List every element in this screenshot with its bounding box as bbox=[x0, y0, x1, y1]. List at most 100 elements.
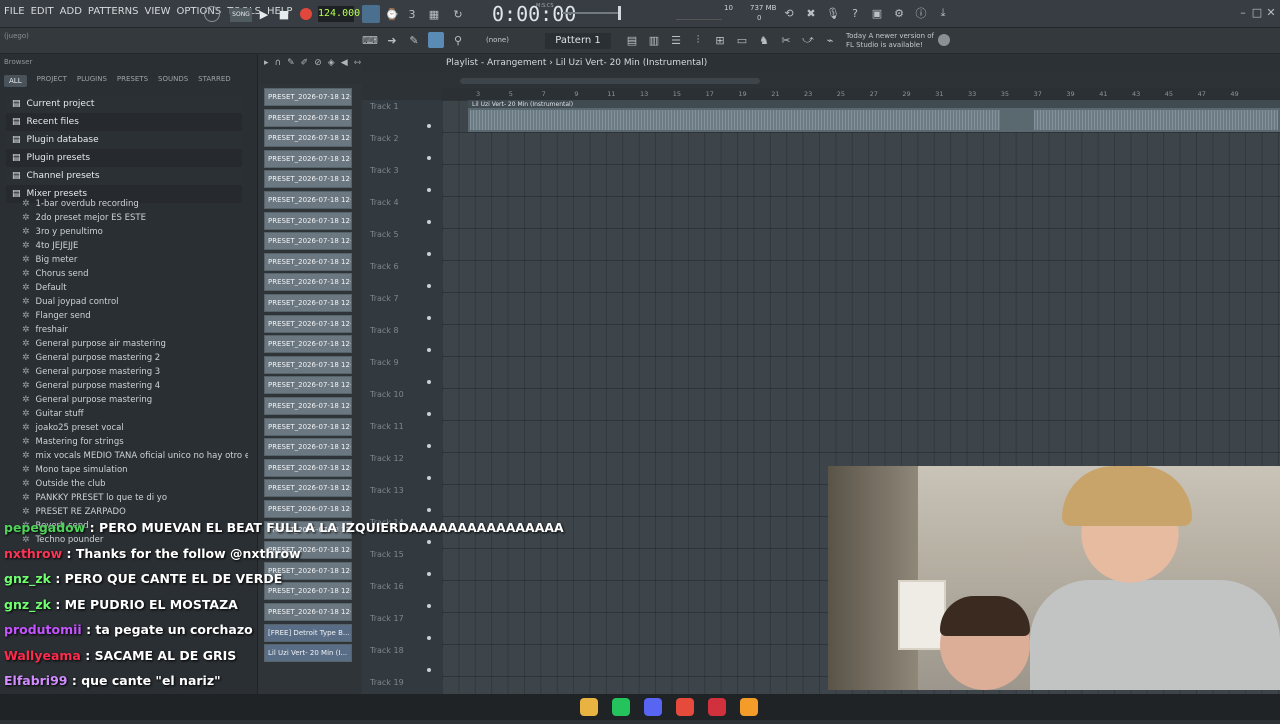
channel-button[interactable]: PRESET_2026-07-18 12-... bbox=[264, 109, 352, 127]
update-notice[interactable]: Today A newer version of FL Studio is av… bbox=[846, 32, 934, 50]
browser-preset-item[interactable]: ✲General purpose mastering 2 bbox=[22, 351, 248, 365]
song-mode-toggle[interactable]: SONG bbox=[230, 8, 252, 22]
share-icon[interactable]: ⌁ bbox=[822, 32, 838, 48]
discord-icon[interactable] bbox=[644, 698, 662, 716]
playlist-icon[interactable]: ☰ bbox=[668, 32, 684, 48]
browser-preset-item[interactable]: ✲PRESET RE ZARPADO bbox=[22, 505, 248, 519]
track-mute-dot[interactable] bbox=[427, 508, 431, 512]
magnet-icon[interactable]: ∩ bbox=[275, 58, 282, 68]
browser-preset-item[interactable]: ✲1-bar overdub recording bbox=[22, 197, 248, 211]
metronome-icon[interactable] bbox=[362, 5, 380, 23]
timeline-ruler[interactable]: 3579111315171921232527293133353739414345… bbox=[442, 88, 1280, 100]
mixer-icon[interactable]: ✖ bbox=[804, 5, 818, 21]
browser-preset-item[interactable]: ✲Guitar stuff bbox=[22, 407, 248, 421]
fl-studio-icon[interactable] bbox=[740, 698, 758, 716]
track-mute-dot[interactable] bbox=[427, 188, 431, 192]
file-explorer-icon[interactable] bbox=[580, 698, 598, 716]
browser-preset-item[interactable]: ✲General purpose mastering 3 bbox=[22, 365, 248, 379]
browser-preset-item[interactable]: ✲freshair bbox=[22, 323, 248, 337]
track-label[interactable]: Track 10 bbox=[370, 390, 404, 399]
browser-preset-item[interactable]: ✲Default bbox=[22, 281, 248, 295]
play-icon[interactable]: ▶ bbox=[258, 6, 270, 22]
track-mute-dot[interactable] bbox=[427, 156, 431, 160]
browser-preset-item[interactable]: ✲Dual joypad control bbox=[22, 295, 248, 309]
browser-preset-item[interactable]: ✲2do preset mejor ES ESTE bbox=[22, 211, 248, 225]
track-label[interactable]: Track 4 bbox=[370, 198, 399, 207]
track-mute-dot[interactable] bbox=[427, 124, 431, 128]
piano-roll-icon[interactable]: ▥ bbox=[646, 32, 662, 48]
plugin-picker-icon[interactable]: ♞ bbox=[756, 32, 772, 48]
menu-view[interactable]: VIEW bbox=[145, 6, 171, 17]
pattern-selector[interactable]: Pattern 1 bbox=[545, 33, 611, 49]
browser-tab-sounds[interactable]: SOUNDS bbox=[158, 75, 188, 87]
track-mute-dot[interactable] bbox=[427, 380, 431, 384]
menu-patterns[interactable]: PATTERNS bbox=[88, 6, 139, 17]
track-mute-dot[interactable] bbox=[427, 476, 431, 480]
track-label[interactable]: Track 5 bbox=[370, 230, 399, 239]
browser-preset-item[interactable]: ✲Chorus send bbox=[22, 267, 248, 281]
delete-icon[interactable]: ⊘ bbox=[314, 58, 322, 68]
countdown-icon[interactable]: 3 bbox=[404, 6, 420, 22]
obs-icon[interactable] bbox=[708, 698, 726, 716]
channel-button[interactable]: PRESET_2026-07-18 12-... bbox=[264, 253, 352, 271]
channel-button[interactable]: PRESET_2026-07-18 12-... bbox=[264, 232, 352, 250]
browser-category[interactable]: ▤Plugin database bbox=[6, 131, 242, 149]
play-arrow-icon[interactable]: ▸ bbox=[264, 58, 269, 68]
update-icon[interactable] bbox=[938, 34, 950, 46]
channel-button[interactable]: PRESET_2026-07-18 12-... bbox=[264, 170, 352, 188]
track-mute-dot[interactable] bbox=[427, 284, 431, 288]
channel-button[interactable]: PRESET_2026-07-18 12-... bbox=[264, 88, 352, 106]
menu-edit[interactable]: EDIT bbox=[31, 6, 54, 17]
browser-tab-plugins[interactable]: PLUGINS bbox=[77, 75, 107, 87]
plugin-icon[interactable]: ⚙ bbox=[892, 5, 906, 21]
record-button[interactable] bbox=[300, 8, 312, 20]
channel-rack-icon[interactable]: ▤ bbox=[624, 32, 640, 48]
browser-category[interactable]: ▤Plugin presets bbox=[6, 149, 242, 167]
master-volume-slider[interactable] bbox=[562, 12, 618, 14]
channel-button[interactable]: PRESET_2026-07-18 12-... bbox=[264, 129, 352, 147]
channel-button[interactable]: PRESET_2026-07-18 12-... bbox=[264, 273, 352, 291]
slip-icon[interactable]: ◀ bbox=[341, 58, 348, 68]
track-label[interactable]: Track 7 bbox=[370, 294, 399, 303]
loop-record-icon[interactable]: ↻ bbox=[450, 6, 466, 22]
browser-preset-item[interactable]: ✲joako25 preset vocal bbox=[22, 421, 248, 435]
channel-button[interactable]: PRESET_2026-07-18 12-... bbox=[264, 459, 352, 477]
browser-preset-item[interactable]: ✲4to JEJEJJE bbox=[22, 239, 248, 253]
microphone-icon[interactable]: 🎙 bbox=[826, 5, 840, 21]
paint-icon[interactable]: ✐ bbox=[301, 58, 309, 68]
time-display[interactable]: 0:00:00 bbox=[492, 2, 576, 26]
snap-select[interactable]: (none) bbox=[486, 36, 509, 44]
kick-icon[interactable] bbox=[612, 698, 630, 716]
mute-icon[interactable]: ◈ bbox=[328, 58, 335, 68]
undo-icon[interactable]: ⟲ bbox=[782, 5, 796, 21]
volume-handle[interactable] bbox=[618, 6, 621, 20]
download-icon[interactable]: ⤓ bbox=[936, 5, 950, 21]
channel-button[interactable]: PRESET_2026-07-18 12-... bbox=[264, 212, 352, 230]
channel-button[interactable]: PRESET_2026-07-18 12-... bbox=[264, 150, 352, 168]
pencil-icon[interactable]: ✎ bbox=[406, 32, 422, 48]
channel-button[interactable]: PRESET_2026-07-18 12-... bbox=[264, 397, 352, 415]
track-label[interactable]: Track 11 bbox=[370, 422, 404, 431]
keyboard-icon[interactable]: ⌨ bbox=[362, 32, 378, 48]
browser-preset-item[interactable]: ✲Flanger send bbox=[22, 309, 248, 323]
channel-button[interactable]: PRESET_2026-07-18 12-... bbox=[264, 500, 352, 518]
channel-button[interactable]: PRESET_2026-07-18 12-... bbox=[264, 376, 352, 394]
track-label[interactable]: Track 9 bbox=[370, 358, 399, 367]
render-icon[interactable]: ⤻ bbox=[800, 32, 816, 48]
channel-button[interactable]: PRESET_2026-07-18 12-... bbox=[264, 479, 352, 497]
track-mute-dot[interactable] bbox=[427, 252, 431, 256]
channel-button[interactable]: PRESET_2026-07-18 12-... bbox=[264, 191, 352, 209]
maximize-icon[interactable]: □ bbox=[1252, 6, 1262, 18]
cut-icon[interactable]: ✂ bbox=[778, 32, 794, 48]
channel-button[interactable]: PRESET_2026-07-18 12-... bbox=[264, 315, 352, 333]
info-icon[interactable]: ⓘ bbox=[914, 5, 928, 21]
menu-add[interactable]: ADD bbox=[60, 6, 82, 17]
step-edit-icon[interactable]: ▦ bbox=[426, 6, 442, 22]
track-mute-dot[interactable] bbox=[427, 348, 431, 352]
record-mode-icon[interactable] bbox=[204, 6, 220, 22]
browser-tab-presets[interactable]: PRESETS bbox=[117, 75, 148, 87]
channel-button[interactable]: PRESET_2026-07-18 12-... bbox=[264, 294, 352, 312]
minimize-icon[interactable]: – bbox=[1238, 6, 1248, 18]
draw-icon[interactable]: ✎ bbox=[287, 58, 295, 68]
browser-tab-starred[interactable]: STARRED bbox=[198, 75, 231, 87]
